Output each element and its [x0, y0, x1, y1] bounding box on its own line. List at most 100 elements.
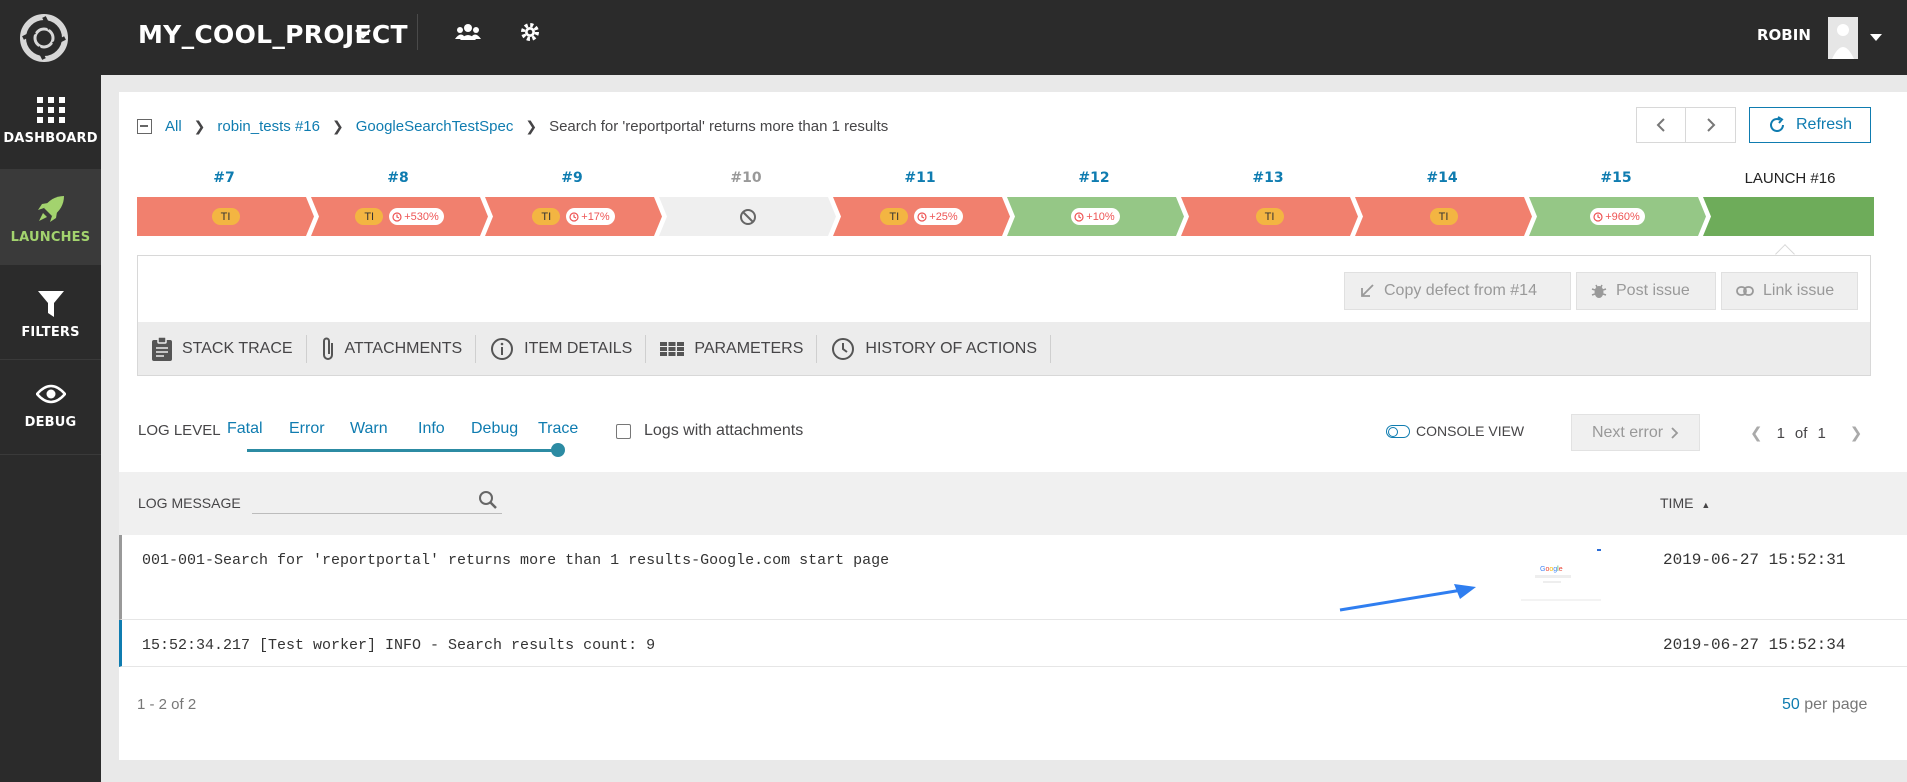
tab-history-of-actions[interactable]: HISTORY OF ACTIONS	[817, 322, 1051, 375]
log-level-debug[interactable]: Debug	[471, 420, 518, 438]
sidebar-item-label: DEBUG	[24, 415, 77, 430]
history-item-label[interactable]: #12	[1007, 170, 1181, 186]
annotation-arrow-icon	[1339, 584, 1476, 612]
clock-icon	[917, 212, 927, 222]
item-navigation	[1636, 107, 1736, 143]
tab-attachments[interactable]: ATTACHMENTS	[307, 322, 477, 375]
breadcrumb-current: Search for 'reportportal' returns more t…	[549, 118, 889, 135]
column-header-time-label: TIME	[1660, 495, 1694, 511]
clipboard-icon	[152, 336, 172, 361]
paperclip-icon	[322, 337, 333, 360]
history-item-label[interactable]: #14	[1355, 170, 1529, 186]
history-item-label[interactable]: #11	[833, 170, 1007, 186]
log-level-error[interactable]: Error	[289, 420, 325, 438]
previous-item-button[interactable]	[1637, 108, 1687, 142]
breadcrumb-item-launch[interactable]: robin_tests #16	[217, 118, 320, 135]
rocket-icon	[37, 196, 64, 222]
sidebar-item-dashboard[interactable]: DASHBOARD	[0, 75, 101, 170]
svg-text:Google: Google	[1540, 566, 1563, 573]
prev-page-icon[interactable]: ❮	[1750, 424, 1763, 442]
logs-with-attachments-label[interactable]: Logs with attachments	[644, 422, 803, 440]
history-item-label[interactable]: #9	[485, 170, 659, 186]
gear-icon[interactable]	[520, 22, 540, 42]
app-logo-icon[interactable]	[20, 14, 68, 62]
history-item-label[interactable]: #7	[137, 170, 311, 186]
link-issue-button[interactable]: Link issue	[1721, 272, 1858, 310]
tab-item-details[interactable]: ITEM DETAILS	[476, 322, 647, 375]
copy-defect-label: Copy defect from #14	[1384, 282, 1537, 299]
history-item-label[interactable]: #10	[659, 170, 833, 186]
next-page-icon[interactable]: ❯	[1850, 424, 1863, 442]
console-view-label[interactable]: CONSOLE VIEW	[1416, 423, 1524, 439]
log-level-fatal[interactable]: Fatal	[227, 420, 263, 438]
log-search-input[interactable]	[252, 488, 502, 514]
history-item-label[interactable]: #8	[311, 170, 485, 186]
duration-growth-badge: +17%	[566, 208, 614, 225]
sidebar-item-label: DASHBOARD	[3, 131, 98, 146]
table-row[interactable]: 15:52:34.217 [Test worker] INFO - Search…	[119, 620, 1907, 667]
history-item[interactable]: TI +25%	[833, 197, 1010, 236]
growth-value: +530%	[404, 210, 439, 223]
log-level-slider-handle[interactable]	[551, 443, 565, 457]
user-name[interactable]: ROBIN	[1757, 26, 1811, 44]
chevron-right-icon: ❯	[525, 118, 538, 134]
history-item-label[interactable]: #15	[1529, 170, 1703, 186]
per-page-value[interactable]: 50	[1782, 696, 1800, 713]
tab-label: ITEM DETAILS	[524, 339, 633, 357]
log-level-info[interactable]: Info	[418, 420, 445, 438]
attachment-thumbnail[interactable]: Google	[1521, 549, 1601, 607]
breadcrumb-item-suite[interactable]: GoogleSearchTestSpec	[356, 118, 514, 135]
history-item[interactable]: +10%	[1007, 197, 1184, 236]
breadcrumb-item-all[interactable]: All	[165, 118, 182, 135]
logs-with-attachments-checkbox[interactable]	[616, 424, 631, 439]
duration-growth-badge: +10%	[1071, 208, 1119, 225]
tab-label: PARAMETERS	[694, 339, 804, 357]
duration-growth-badge: +530%	[389, 208, 444, 225]
sidebar-item-filters[interactable]: FILTERS	[0, 265, 101, 360]
avatar[interactable]	[1828, 17, 1858, 59]
bug-icon	[1591, 284, 1607, 298]
history-item[interactable]: TI +17%	[485, 197, 662, 236]
tab-parameters[interactable]: PARAMETERS	[646, 322, 818, 375]
sidebar-item-label: FILTERS	[21, 325, 80, 340]
history-item[interactable]: TI	[137, 197, 314, 236]
history-item-label[interactable]: #13	[1181, 170, 1355, 186]
next-item-button[interactable]	[1686, 108, 1735, 142]
console-view-toggle[interactable]	[1386, 425, 1410, 438]
top-bar: MY_COOL_PROJECT ROBIN	[0, 0, 1907, 75]
refresh-button[interactable]: Refresh	[1749, 107, 1871, 143]
log-level-slider[interactable]	[247, 449, 559, 452]
tab-stack-trace[interactable]: STACK TRACE	[138, 322, 307, 375]
growth-value: +10%	[1086, 210, 1115, 223]
caret-down-icon[interactable]	[1870, 34, 1882, 42]
collapse-toggle-icon[interactable]	[137, 119, 152, 134]
log-level-trace[interactable]: Trace	[538, 420, 578, 438]
history-item[interactable]	[659, 197, 836, 236]
sidebar-item-launches[interactable]: LAUNCHES	[0, 170, 101, 265]
history-item[interactable]: TI +530%	[311, 197, 488, 236]
members-icon[interactable]	[455, 22, 481, 42]
copy-defect-button[interactable]: Copy defect from #14	[1344, 272, 1571, 310]
next-error-button[interactable]: Next error	[1571, 414, 1700, 451]
tab-label: ATTACHMENTS	[344, 339, 463, 357]
history-item[interactable]: +960%	[1529, 197, 1706, 236]
tab-label: HISTORY OF ACTIONS	[865, 339, 1037, 357]
sidebar-item-debug[interactable]: DEBUG	[0, 360, 101, 455]
pagination: ❮ 1 of 1 ❯	[1750, 424, 1863, 443]
history-item-label[interactable]: LAUNCH #16	[1703, 170, 1877, 187]
post-issue-button[interactable]: Post issue	[1576, 272, 1716, 310]
log-table-header: LOG MESSAGE TIME ▲	[119, 472, 1907, 535]
column-header-time[interactable]: TIME ▲	[1660, 495, 1710, 511]
defect-badge: TI	[212, 208, 240, 225]
table-icon	[660, 341, 685, 356]
tab-label: STACK TRACE	[182, 339, 293, 357]
log-level-warn[interactable]: Warn	[350, 420, 388, 438]
link-issue-label: Link issue	[1763, 282, 1835, 299]
refresh-label: Refresh	[1795, 116, 1853, 133]
history-item[interactable]: TI	[1355, 197, 1532, 236]
defect-badge: TI	[1430, 208, 1458, 225]
history-item[interactable]: TI	[1181, 197, 1358, 236]
table-row[interactable]: 001-001-Search for 'reportportal' return…	[119, 535, 1907, 620]
history-item[interactable]	[1703, 197, 1874, 236]
chevron-down-icon[interactable]	[354, 28, 372, 40]
